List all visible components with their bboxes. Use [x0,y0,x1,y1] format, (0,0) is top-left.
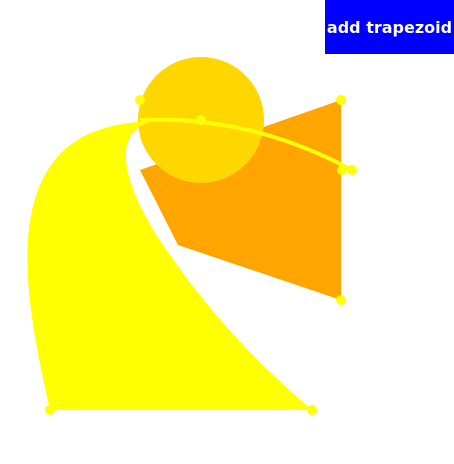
circle-edge-handle[interactable] [135,95,145,105]
curved-shape-bottom-right-handle[interactable] [307,405,317,415]
circle-center-handle[interactable] [196,115,206,125]
add-trapezoid-button[interactable]: add trapezoid [325,0,454,54]
curved-shape-bottom-left-handle[interactable] [45,405,55,415]
drawing-canvas[interactable] [0,0,454,464]
trapezoid-bottom-right-handle[interactable] [336,295,346,305]
trapezoid-top-right-handle[interactable] [336,95,346,105]
trapezoid-right-mid-handle[interactable] [337,165,347,175]
curve-end-handle[interactable] [347,165,357,175]
